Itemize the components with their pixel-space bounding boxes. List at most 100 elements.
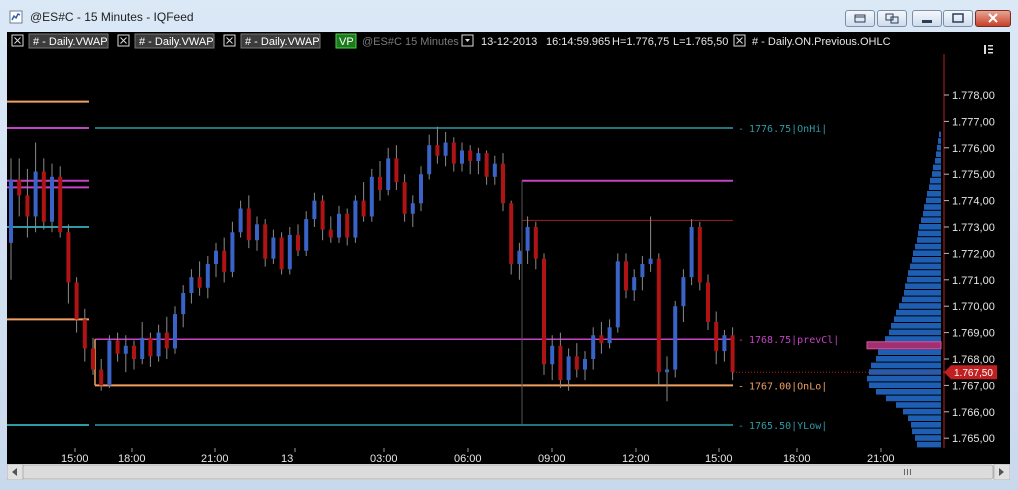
- candle-body: [337, 213, 341, 238]
- price-tick-label: 1.768,00: [952, 354, 995, 366]
- candle-body: [25, 195, 30, 217]
- volume-profile-bar: [876, 389, 941, 395]
- close-icon: [736, 37, 743, 44]
- candle-body: [107, 340, 112, 386]
- candle: [263, 219, 268, 267]
- volume-profile: [866, 131, 942, 480]
- scrollbar-thumb[interactable]: [22, 464, 994, 480]
- time-axis[interactable]: 15:00 18:00 21:00 13 03:00 06:00 09:00 12:00 15:…: [7, 448, 1010, 465]
- candle-body: [665, 369, 669, 373]
- maximize-button[interactable]: [943, 10, 973, 27]
- indicator-vwap-3: # - Daily.VWAP: [223, 33, 321, 49]
- close-button[interactable]: [975, 10, 1011, 27]
- volume-profile-bar: [902, 296, 941, 303]
- volume-profile-bar: [933, 164, 941, 171]
- maximize-icon: [952, 13, 964, 23]
- candle-body: [230, 232, 235, 272]
- price-axis[interactable]: 1.778,00 1.777,00 1.776,00 1.775,00 1.774,00…: [944, 90, 995, 445]
- level-label-dash: -: [738, 381, 744, 392]
- candle-body: [173, 314, 177, 349]
- candle: [451, 137, 456, 172]
- candle: [205, 256, 210, 299]
- volume-profile-bar: [903, 408, 941, 415]
- candle: [41, 158, 46, 230]
- candle-body: [9, 179, 13, 243]
- volume-profile-bar: [889, 329, 941, 336]
- candle: [230, 221, 235, 278]
- crosshair-date: 13-12-2013: [481, 36, 537, 48]
- candle: [197, 261, 202, 296]
- volume-profile-bar: [917, 441, 941, 448]
- link-window-button[interactable]: [877, 10, 907, 27]
- candle-body: [115, 340, 120, 354]
- price-tick-label: 1.767,00: [952, 380, 995, 392]
- candle: [296, 224, 300, 257]
- candle-body: [673, 306, 678, 370]
- close-icon: [14, 37, 21, 44]
- candle: [435, 126, 440, 164]
- candle-body: [287, 234, 292, 270]
- candle-body: [320, 200, 325, 230]
- chevron-down-icon: [465, 39, 470, 42]
- candle: [648, 216, 653, 272]
- candlesticks: [9, 126, 735, 402]
- pin-window-button[interactable]: [845, 10, 875, 27]
- title-bar[interactable]: @ES#C - 15 Minutes - IQFeed: [0, 0, 1018, 32]
- candle-body: [681, 277, 686, 307]
- volume-profile-bar: [919, 224, 941, 230]
- candle-body: [189, 277, 194, 293]
- candle: [378, 161, 382, 201]
- candle: [706, 274, 710, 330]
- candle: [714, 311, 719, 365]
- candle-body: [402, 182, 407, 214]
- candle-body: [82, 319, 87, 349]
- candle: [542, 253, 546, 375]
- indicator-label: # - Daily.VWAP: [139, 36, 214, 48]
- volume-profile-bar: [926, 197, 941, 204]
- candle: [492, 155, 497, 185]
- volume-profile-bar: [917, 237, 941, 243]
- candle: [599, 322, 604, 354]
- candle: [238, 200, 243, 238]
- volume-profile-bar: [885, 336, 941, 342]
- candle-body: [706, 282, 710, 323]
- candle-body: [550, 345, 555, 365]
- candle-body: [714, 322, 719, 352]
- volume-profile-bar: [937, 144, 941, 151]
- candle: [509, 200, 514, 275]
- candle-body: [468, 150, 473, 161]
- candle: [484, 150, 489, 185]
- volume-profile-bar: [876, 356, 941, 362]
- price-tick-label: 1.777,00: [952, 116, 995, 128]
- candle: [279, 232, 284, 275]
- interval-label: 15 Minutes: [405, 36, 459, 48]
- candle-body: [238, 208, 243, 233]
- chart-settings-icon[interactable]: [984, 45, 993, 54]
- candle: [164, 316, 169, 359]
- candle-body: [460, 150, 464, 164]
- price-chart[interactable]: # - Daily.VWAP # - Daily.VWAP # - Daily.…: [7, 32, 1010, 480]
- candle-body: [591, 335, 596, 359]
- volume-profile-bar: [894, 316, 941, 322]
- candle-body: [484, 153, 489, 177]
- candle: [386, 147, 391, 196]
- candle: [402, 174, 407, 222]
- volume-profile-bar: [939, 131, 941, 138]
- candle: [214, 242, 218, 278]
- volume-profile-bar: [915, 243, 941, 250]
- candle-body: [583, 359, 587, 370]
- price-tick-label: 1.778,00: [952, 90, 995, 102]
- candle: [173, 306, 177, 354]
- candle: [123, 335, 128, 373]
- candle: [337, 205, 341, 243]
- candle-body: [91, 348, 95, 370]
- candle-body: [361, 200, 366, 217]
- volume-profile-bar: [869, 382, 941, 388]
- horizontal-scrollbar[interactable]: [6, 463, 1011, 481]
- candle-body: [58, 176, 63, 233]
- minimize-button[interactable]: [912, 10, 942, 27]
- volume-profile-bar: [932, 171, 941, 177]
- application-window: @ES#C - 15 Minutes - IQFeed # - Daily.VW…: [0, 0, 1018, 490]
- candle-body: [66, 232, 71, 283]
- candle: [287, 227, 292, 275]
